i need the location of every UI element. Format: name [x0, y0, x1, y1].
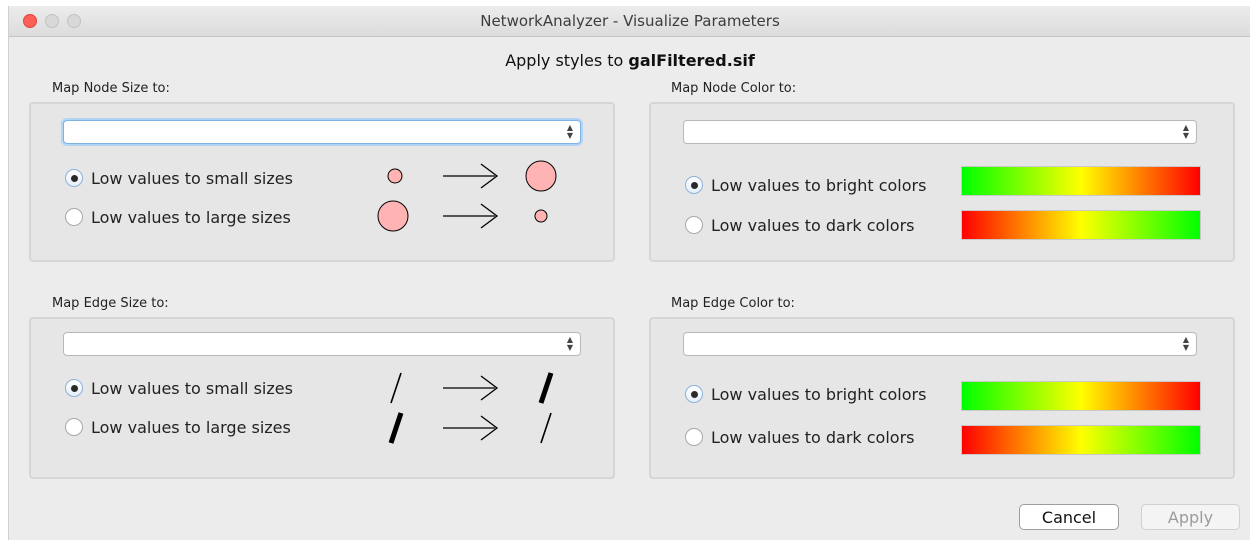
- small-node-icon: [387, 168, 403, 184]
- select-arrows-icon: ▲ ▼: [1182, 335, 1189, 352]
- bright-color-gradient: [961, 166, 1201, 196]
- edge-color-panel: ▲ ▼ Low values to bright colors Low value…: [649, 317, 1235, 479]
- dark-color-gradient: [961, 210, 1201, 240]
- arrow-right-icon: [443, 375, 499, 401]
- thick-edge-icon: [538, 372, 554, 404]
- edge-size-panel: ▲ ▼ Low values to small sizes Low values …: [29, 317, 615, 479]
- node-size-option-large[interactable]: Low values to large sizes: [65, 205, 291, 229]
- apply-button[interactable]: Apply: [1141, 504, 1240, 530]
- edge-size-illustration-icon: [388, 372, 554, 444]
- thin-edge-icon: [540, 412, 552, 444]
- node-size-select[interactable]: ▲ ▼: [63, 120, 581, 144]
- subtitle-filename: galFiltered.sif: [628, 51, 755, 70]
- bright-color-gradient: [961, 381, 1201, 411]
- dialog-subtitle: Apply styles to galFiltered.sif: [9, 51, 1250, 70]
- edge-color-option-dark-label: Low values to dark colors: [711, 427, 915, 447]
- cancel-button[interactable]: Cancel: [1019, 504, 1119, 530]
- edge-size-option-small[interactable]: Low values to small sizes: [65, 376, 293, 400]
- node-color-option-bright-label: Low values to bright colors: [711, 175, 927, 195]
- select-arrows-icon: ▲ ▼: [1182, 123, 1189, 140]
- node-color-option-dark[interactable]: Low values to dark colors: [685, 213, 915, 237]
- edge-color-option-bright[interactable]: Low values to bright colors: [685, 382, 926, 406]
- node-color-label: Map Node Color to:: [671, 81, 797, 96]
- node-size-option-large-label: Low values to large sizes: [91, 207, 291, 227]
- radio-button-checked[interactable]: [65, 379, 83, 397]
- node-size-illustration-icon: [377, 160, 557, 232]
- node-color-option-bright[interactable]: Low values to bright colors: [685, 173, 926, 197]
- node-size-label: Map Node Size to:: [52, 81, 170, 96]
- edge-size-select[interactable]: ▲ ▼: [63, 332, 581, 356]
- edge-size-option-large-label: Low values to large sizes: [91, 417, 291, 437]
- node-size-option-small-label: Low values to small sizes: [91, 168, 293, 188]
- radio-button-checked[interactable]: [685, 385, 703, 403]
- select-arrows-icon: ▲ ▼: [566, 123, 573, 140]
- small-node-icon: [534, 209, 548, 223]
- node-color-panel: ▲ ▼ Low values to bright colors Low value…: [649, 102, 1235, 262]
- radio-button-checked[interactable]: [685, 176, 703, 194]
- radio-button-checked[interactable]: [65, 169, 83, 187]
- edge-color-option-bright-label: Low values to bright colors: [711, 384, 927, 404]
- arrow-right-icon: [443, 203, 499, 229]
- large-node-icon: [525, 160, 557, 192]
- thin-edge-icon: [390, 372, 402, 404]
- arrow-right-icon: [443, 415, 499, 441]
- radio-button-unchecked[interactable]: [685, 428, 703, 446]
- edge-size-option-small-label: Low values to small sizes: [91, 378, 293, 398]
- node-size-option-small[interactable]: Low values to small sizes: [65, 166, 293, 190]
- edge-size-option-large[interactable]: Low values to large sizes: [65, 415, 291, 439]
- large-node-icon: [377, 200, 409, 232]
- window-title: NetworkAnalyzer - Visualize Parameters: [480, 12, 780, 30]
- arrow-right-icon: [443, 163, 499, 189]
- radio-button-unchecked[interactable]: [65, 418, 83, 436]
- dark-color-gradient: [961, 425, 1201, 455]
- title-bar[interactable]: NetworkAnalyzer - Visualize Parameters: [9, 6, 1250, 37]
- node-color-option-dark-label: Low values to dark colors: [711, 215, 915, 235]
- dialog-window: NetworkAnalyzer - Visualize Parameters A…: [8, 6, 1250, 540]
- thick-edge-icon: [388, 412, 404, 444]
- edge-color-label: Map Edge Color to:: [671, 296, 795, 311]
- edge-color-select[interactable]: ▲ ▼: [683, 332, 1197, 356]
- subtitle-prefix: Apply styles to: [505, 51, 624, 70]
- select-arrows-icon: ▲ ▼: [566, 335, 573, 352]
- node-size-panel: ▲ ▼ Low values to small sizes Low values …: [29, 102, 615, 262]
- radio-button-unchecked[interactable]: [685, 216, 703, 234]
- edge-size-label: Map Edge Size to:: [52, 296, 169, 311]
- node-color-select[interactable]: ▲ ▼: [683, 120, 1197, 144]
- radio-button-unchecked[interactable]: [65, 208, 83, 226]
- edge-color-option-dark[interactable]: Low values to dark colors: [685, 425, 915, 449]
